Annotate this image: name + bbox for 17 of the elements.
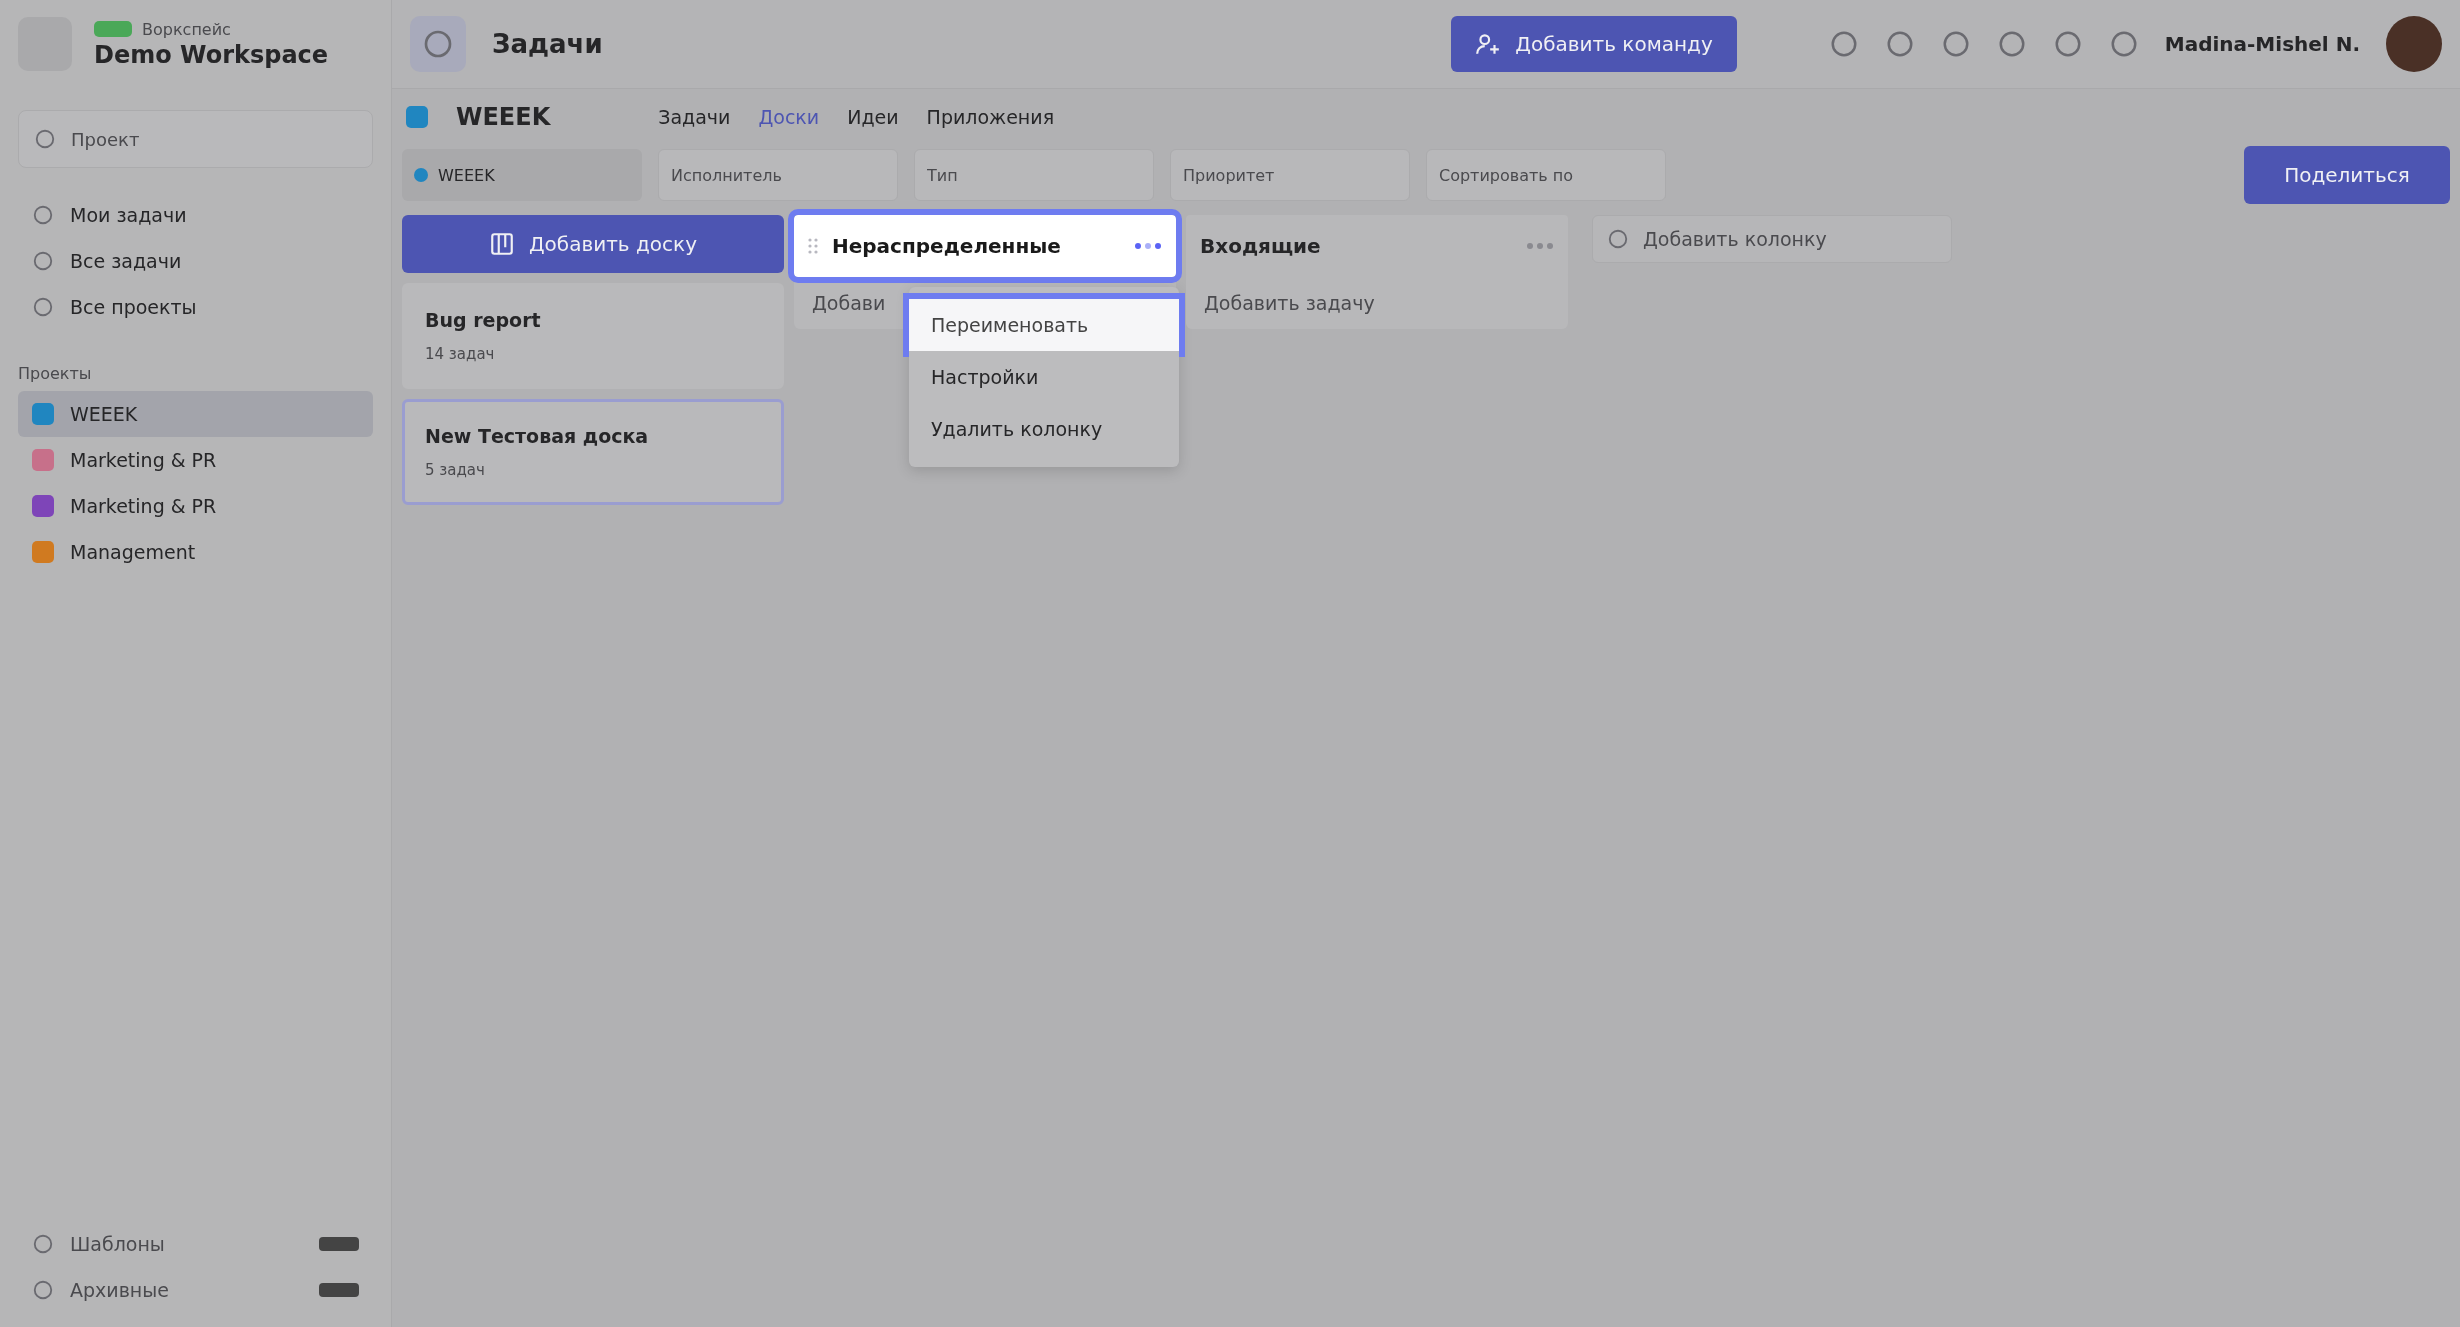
project-name: Management <box>70 541 196 563</box>
project-name: WEEEK <box>70 403 138 425</box>
column-title: Входящие <box>1200 234 1322 258</box>
board-title: Bug report <box>425 309 542 331</box>
board-count: 14 задач <box>425 345 496 363</box>
workspace-label: Воркспейс <box>142 19 231 39</box>
project-name: Marketing & PR <box>70 495 217 517</box>
board-count: 5 задач <box>425 461 486 479</box>
project-title: WEEEK <box>456 103 551 131</box>
page-title: Задачи <box>492 29 603 59</box>
project-name: Marketing & PR <box>70 449 217 471</box>
section-title: Проекты <box>18 364 93 383</box>
footer-label: Шаблоны <box>70 1233 165 1255</box>
column-title: Нераспределенные <box>832 234 1062 258</box>
footer-label: Архивные <box>70 1279 169 1301</box>
user-name: Madina-Mishel N. <box>2164 32 2360 56</box>
board-title: New Тестовая доска <box>425 425 650 447</box>
